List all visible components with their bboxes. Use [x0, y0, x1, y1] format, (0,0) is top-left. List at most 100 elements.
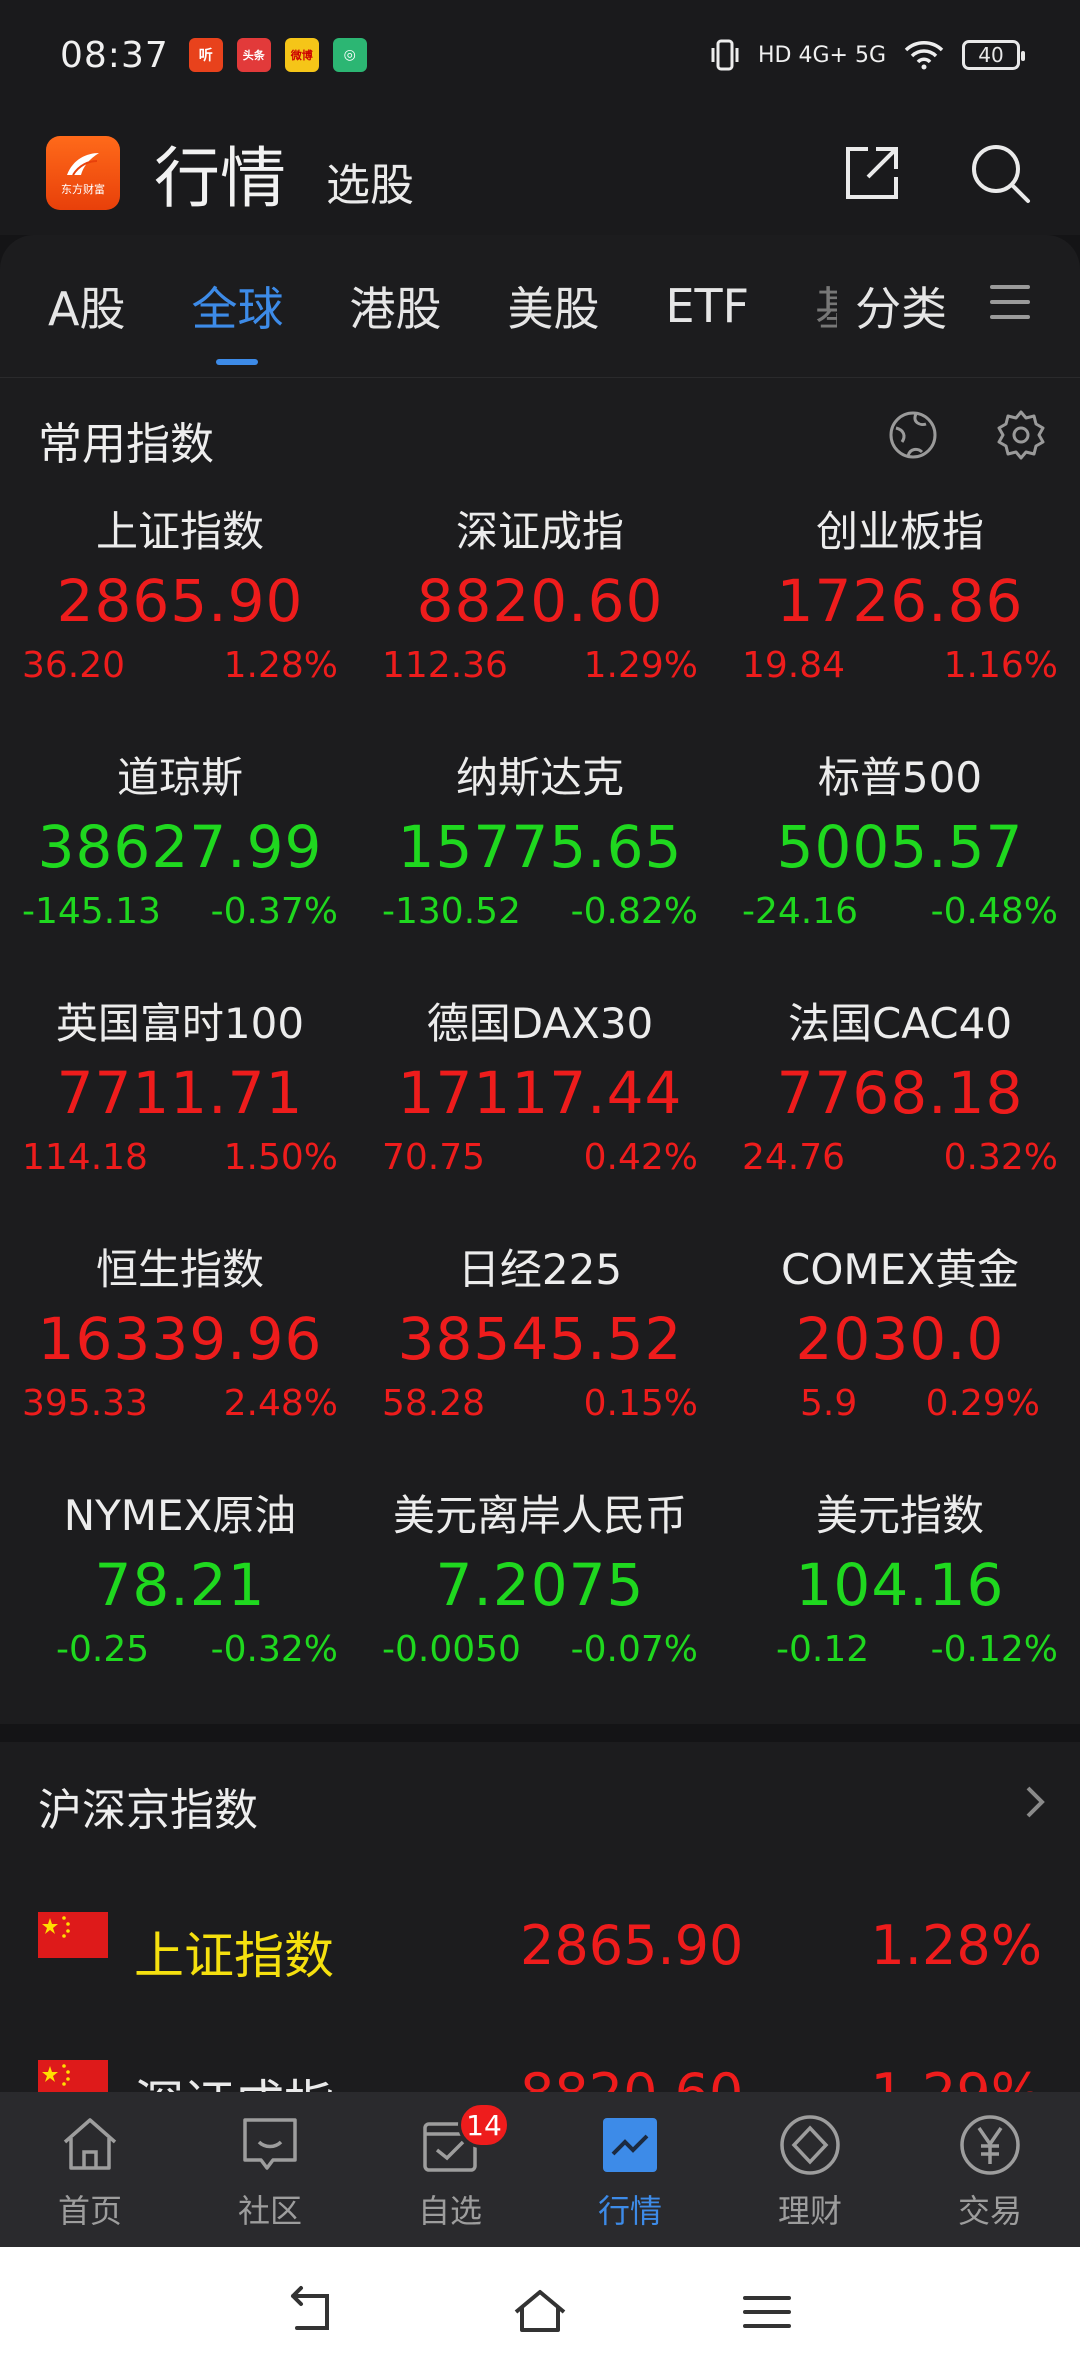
- nav-wealth[interactable]: 理财: [720, 2092, 900, 2247]
- globe-icon[interactable]: [886, 408, 940, 462]
- list-item[interactable]: 深证成指 8820.60 1.29%: [0, 2042, 1080, 2092]
- nav-trade[interactable]: 交易: [900, 2092, 1080, 2247]
- tab-menu-icon[interactable]: [990, 285, 1030, 330]
- list-item[interactable]: 上证指数 2865.90 1.28%: [0, 1894, 1080, 2014]
- logo-text: 东方财富: [61, 182, 105, 196]
- tab-us[interactable]: 美股: [507, 273, 599, 339]
- index-name: COMEX黄金: [781, 1245, 1019, 1294]
- index-price: 38627.99: [37, 813, 323, 881]
- nav-market[interactable]: 行情: [540, 2092, 720, 2247]
- index-cell[interactable]: 深证成指 8820.60 112.36 1.29%: [360, 498, 720, 744]
- index-cell[interactable]: 恒生指数 16339.96 395.33 2.48%: [0, 1236, 360, 1482]
- yen-icon: [960, 2115, 1020, 2175]
- index-change: -24.16: [742, 891, 859, 932]
- index-name: 上证指数: [95, 507, 264, 556]
- index-price: 15775.65: [397, 813, 683, 881]
- index-cell[interactable]: COMEX黄金 2030.0 5.9 0.29%: [720, 1236, 1080, 1482]
- recents-menu-icon[interactable]: [737, 2282, 797, 2342]
- index-pct: -0.07%: [570, 1629, 698, 1670]
- index-name: 美元指数: [815, 1491, 984, 1540]
- index-price: 7768.18: [776, 1059, 1024, 1127]
- tab-hk[interactable]: 港股: [349, 273, 441, 339]
- index-name: 英国富时100: [55, 999, 305, 1048]
- chat-bubble-icon: [243, 2118, 297, 2170]
- index-cell[interactable]: 德国DAX30 17117.44 70.75 0.42%: [360, 990, 720, 1236]
- nav-label: 理财: [777, 2192, 842, 2230]
- index-name: 德国DAX30: [426, 999, 654, 1048]
- system-nav-bar: [0, 2247, 1080, 2376]
- tab-category[interactable]: 分类: [855, 273, 947, 339]
- index-change: 5.9: [800, 1383, 858, 1424]
- status-right: HD 4G+ 5G 40: [710, 38, 1025, 72]
- index-change: -130.52: [382, 891, 521, 932]
- index-pct: 2.48%: [223, 1383, 338, 1424]
- nav-watchlist[interactable]: 14 自选: [360, 2092, 540, 2247]
- index-cell[interactable]: 创业板指 1726.86 19.84 1.16%: [720, 498, 1080, 744]
- back-icon[interactable]: [283, 2282, 343, 2342]
- index-change: 114.18: [22, 1137, 148, 1178]
- index-change: 58.28: [382, 1383, 486, 1424]
- index-cell[interactable]: 标普500 5005.57 -24.16 -0.48%: [720, 744, 1080, 990]
- tab-etf[interactable]: ETF: [665, 279, 749, 333]
- index-name: 日经225: [457, 1245, 623, 1294]
- tab-global[interactable]: 全球: [191, 273, 283, 339]
- index-price: 8820.60: [416, 567, 664, 635]
- index-cell[interactable]: 英国富时100 7711.71 114.18 1.50%: [0, 990, 360, 1236]
- row-name: 上证指数: [134, 1927, 334, 1985]
- index-price: 16339.96: [37, 1305, 323, 1373]
- diamond-icon: [780, 2115, 840, 2175]
- index-change: -145.13: [22, 891, 161, 932]
- index-price: 104.16: [795, 1551, 1005, 1619]
- chevron-right-icon[interactable]: [1020, 1782, 1050, 1822]
- listen-app-icon: 听: [188, 38, 223, 72]
- index-name: 恒生指数: [95, 1245, 264, 1294]
- index-change: 70.75: [382, 1137, 486, 1178]
- index-cell[interactable]: 美元离岸人民币 7.2075 -0.0050 -0.07%: [360, 1482, 720, 1728]
- section-title[interactable]: 沪深京指数: [38, 1774, 258, 1838]
- nav-community[interactable]: 社区: [180, 2092, 360, 2247]
- index-cell[interactable]: NYMEX原油 78.21 -0.25 -0.32%: [0, 1482, 360, 1728]
- row-name: 深证成指: [134, 2064, 334, 2092]
- home-icon: [63, 2118, 117, 2170]
- hsj-indices-section: 沪深京指数 上证指数 2865.90 1.28% 深证成指 8820.60 1.…: [0, 1742, 1080, 2092]
- nav-label: 社区: [237, 2192, 302, 2230]
- index-cell[interactable]: 道琼斯 38627.99 -145.13 -0.37%: [0, 744, 360, 990]
- index-change: 19.84: [742, 645, 846, 686]
- logo-wing-icon: [67, 152, 99, 176]
- index-cell[interactable]: 上证指数 2865.90 36.20 1.28%: [0, 498, 360, 744]
- nav-home[interactable]: 首页: [0, 2092, 180, 2247]
- section-title: 常用指数: [38, 419, 214, 470]
- tab-fund-partial[interactable]: 基: [815, 273, 837, 339]
- row-price: 8820.60: [520, 2062, 743, 2092]
- index-cell[interactable]: 日经225 38545.52 58.28 0.15%: [360, 1236, 720, 1482]
- search-icon[interactable]: [966, 139, 1034, 207]
- index-cell[interactable]: 纳斯达克 15775.65 -130.52 -0.82%: [360, 744, 720, 990]
- notification-badge: 14: [458, 2102, 510, 2148]
- index-price: 5005.57: [776, 813, 1024, 881]
- nav-label: 首页: [57, 2192, 122, 2230]
- home-system-icon[interactable]: [510, 2282, 570, 2342]
- tab-a-shares[interactable]: A股: [48, 273, 125, 339]
- index-name: NYMEX原油: [63, 1491, 297, 1540]
- bottom-nav: 首页 社区 14 自选 行情 理财 交易: [0, 2092, 1080, 2247]
- stock-picker-link[interactable]: 选股: [326, 149, 414, 213]
- index-pct: 1.16%: [943, 645, 1058, 686]
- status-app-icons: 听 头条 微博 ◎: [188, 38, 367, 72]
- index-pct: -0.12%: [930, 1629, 1058, 1670]
- circle-app-icon: ◎: [332, 38, 367, 72]
- index-price: 38545.52: [397, 1305, 683, 1373]
- page-title: 行情: [154, 139, 286, 217]
- index-pct: -0.48%: [930, 891, 1058, 932]
- index-name: 深证成指: [455, 507, 624, 556]
- index-price: 2030.0: [795, 1305, 1005, 1373]
- share-export-icon[interactable]: [838, 139, 906, 207]
- network-indicator: HD 4G+ 5G: [758, 42, 886, 68]
- index-change: 36.20: [22, 645, 126, 686]
- gear-icon[interactable]: [994, 408, 1048, 462]
- index-pct: 0.42%: [583, 1137, 698, 1178]
- row-pct: 1.28%: [870, 1914, 1042, 1977]
- index-cell[interactable]: 美元指数 104.16 -0.12 -0.12%: [720, 1482, 1080, 1728]
- index-cell[interactable]: 法国CAC40 7768.18 24.76 0.32%: [720, 990, 1080, 1236]
- app-logo[interactable]: 东方财富: [46, 135, 120, 210]
- status-time: 08:37: [60, 34, 169, 76]
